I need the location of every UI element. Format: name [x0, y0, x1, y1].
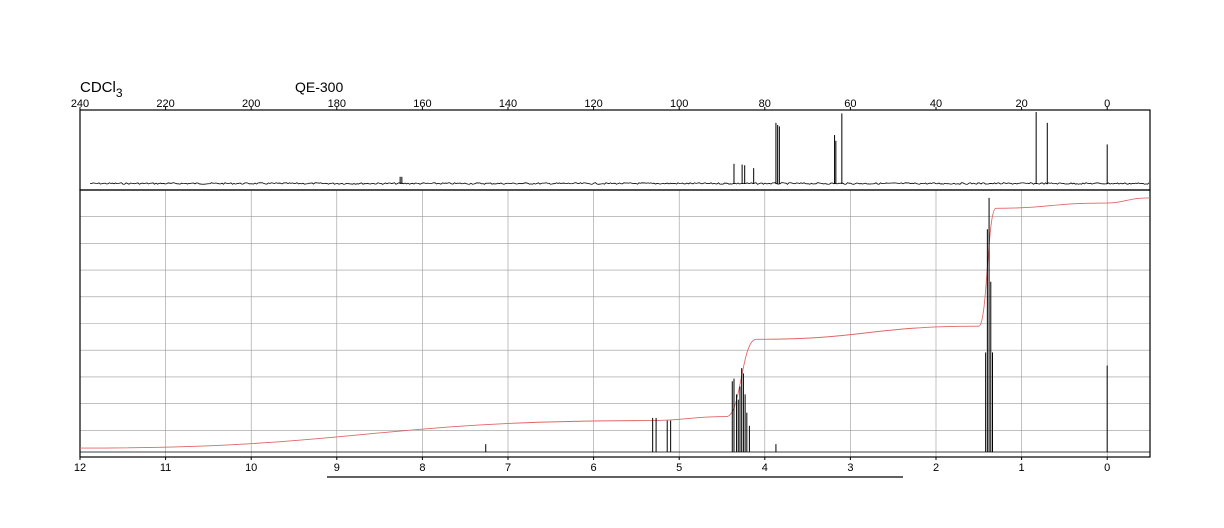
- c13-tick-label: 160: [413, 98, 431, 110]
- c13-tick-label: 100: [670, 98, 688, 110]
- solvent-label: CDCl3: [80, 79, 123, 100]
- h1-axis: 12 11 10 9 8 7 6 5 4 3 2 1 0: [74, 457, 1110, 474]
- h1-tick-label: 10: [245, 462, 257, 474]
- h1-tick-label: 8: [419, 462, 425, 474]
- c13-tick-label: 220: [156, 98, 174, 110]
- h1-tick-label: 5: [676, 462, 682, 474]
- c13-tick-label: 180: [328, 98, 346, 110]
- c13-axis: 240 220 200 180 160 140 120 100 80 60 40 20 0: [71, 98, 1110, 110]
- nmr-chart: CDCl3 QE-300 240 220 200 180 160 140 120 100 80 6…: [71, 79, 1151, 478]
- instrument-label: QE-300: [295, 79, 343, 95]
- c13-baseline-noise: [89, 182, 1150, 185]
- h1-tick-label: 7: [505, 462, 511, 474]
- h1-tick-label: 6: [591, 462, 597, 474]
- h1-tick-label: 12: [74, 462, 86, 474]
- c13-tick-label: 200: [242, 98, 260, 110]
- c13-tick-label: 140: [499, 98, 517, 110]
- h1-tick-label: 3: [847, 462, 853, 474]
- c13-plot-frame: [79, 109, 1151, 191]
- h1-tick-label: 1: [1019, 462, 1025, 474]
- h1-tick-label: 9: [334, 462, 340, 474]
- c13-spectrum-peaks: [399, 112, 1108, 184]
- c13-tick-label: 240: [71, 98, 89, 110]
- h1-tick-label: 2: [933, 462, 939, 474]
- h1-tick-label: 4: [762, 462, 768, 474]
- h1-tick-label: 11: [160, 462, 171, 474]
- c13-tick-label: 0: [1104, 98, 1110, 110]
- h1-tick-label: 0: [1104, 462, 1110, 474]
- c13-tick-label: 120: [584, 98, 602, 110]
- c13-tick-label: 20: [1015, 98, 1027, 110]
- h1-spectrum-peaks: [80, 197, 1150, 453]
- c13-tick-label: 40: [930, 98, 942, 110]
- c13-tick-label: 60: [844, 98, 856, 110]
- c13-tick-label: 80: [759, 98, 771, 110]
